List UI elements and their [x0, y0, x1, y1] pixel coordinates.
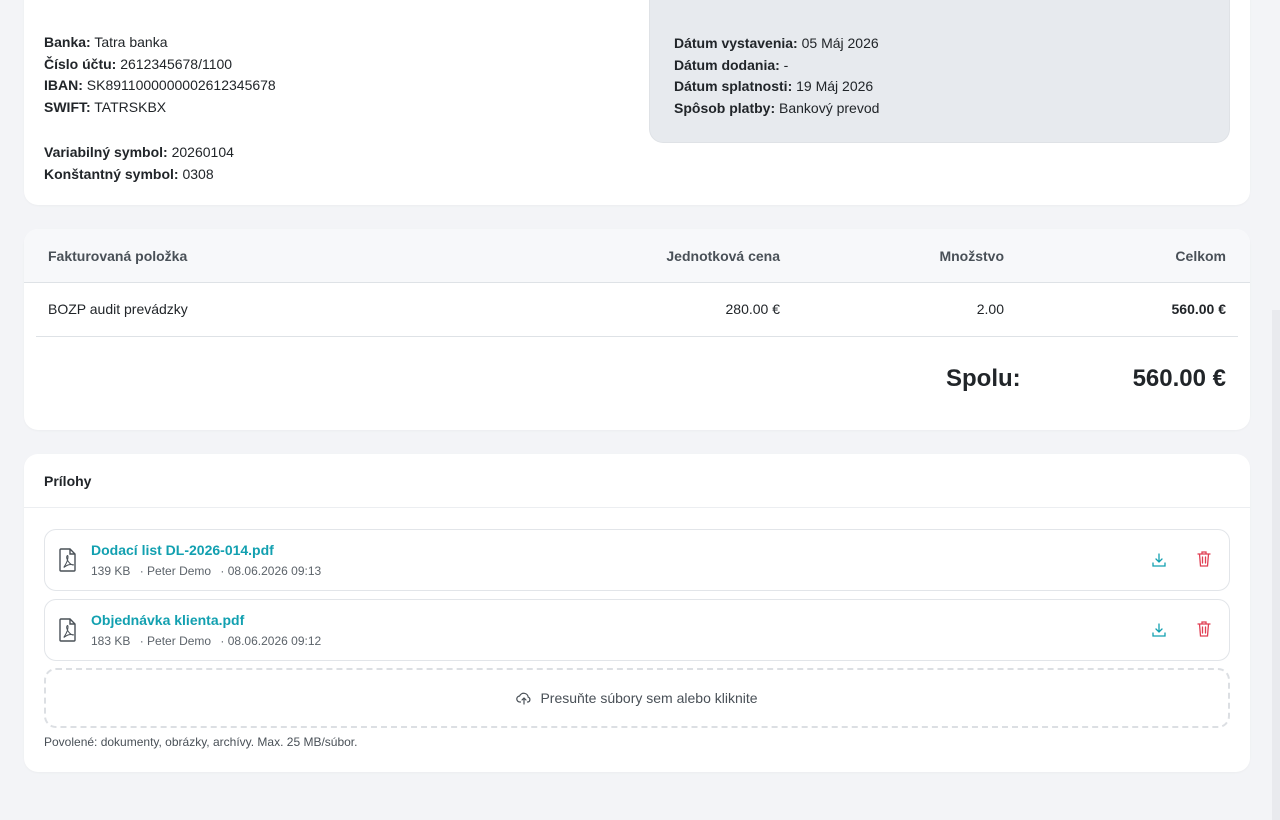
- attachment-date: · 08.06.2026 09:13: [220, 564, 322, 578]
- dates-panel: Dátum vystavenia: 05 Máj 2026 Dátum doda…: [649, 0, 1230, 143]
- attachment-name-link[interactable]: Dodací list DL-2026-014.pdf: [91, 542, 274, 558]
- trash-icon[interactable]: [1196, 620, 1212, 638]
- variable-symbol-line: Variabilný symbol: 20260104: [44, 143, 234, 161]
- header-quantity: Množstvo: [939, 248, 1004, 264]
- iban-label: IBAN:: [44, 77, 83, 93]
- attachments-card: Prílohy Dodací list DL-2026-014.pdf 139 …: [24, 454, 1250, 772]
- trash-icon[interactable]: [1196, 550, 1212, 568]
- constant-symbol-line: Konštantný symbol: 0308: [44, 165, 214, 183]
- bank-label: Banka:: [44, 34, 91, 50]
- attachments-divider: [24, 507, 1250, 508]
- method-line: Spôsob platby: Bankový prevod: [674, 99, 879, 117]
- method-label: Spôsob platby:: [674, 100, 776, 116]
- due-value: 19 Máj 2026: [796, 78, 874, 94]
- row-total: 560.00 €: [1171, 301, 1227, 317]
- dropzone-label: Presuňte súbory sem alebo kliknite: [540, 690, 758, 706]
- attachment-date: · 08.06.2026 09:12: [220, 634, 322, 648]
- upload-hint: Povolené: dokumenty, obrázky, archívy. M…: [44, 735, 358, 749]
- swift-label: SWIFT:: [44, 99, 91, 115]
- attachment-item: Objednávka klienta.pdf 183 KB · Peter De…: [44, 599, 1230, 661]
- row-unit-price: 280.00 €: [725, 301, 781, 317]
- sum-label: Spolu:: [946, 365, 1021, 392]
- attachment-author: · Peter Demo: [139, 634, 212, 648]
- account-label: Číslo účtu:: [44, 56, 117, 72]
- file-dropzone[interactable]: Presuňte súbory sem alebo kliknite: [44, 668, 1230, 728]
- cloud-upload-icon: [516, 692, 531, 705]
- delivered-line: Dátum dodania: -: [674, 56, 788, 74]
- attachment-size: 183 KB: [91, 634, 131, 648]
- invoice-items-card: Fakturovaná položka Jednotková cena Množ…: [24, 229, 1250, 430]
- pdf-file-icon: [59, 618, 76, 642]
- attachment-meta: 139 KB · Peter Demo · 08.06.2026 09:13: [91, 564, 327, 578]
- method-value: Bankový prevod: [779, 100, 880, 116]
- issued-line: Dátum vystavenia: 05 Máj 2026: [674, 34, 879, 52]
- attachment-meta: 183 KB · Peter Demo · 08.06.2026 09:12: [91, 634, 327, 648]
- pdf-file-icon: [59, 548, 76, 572]
- header-item: Fakturovaná položka: [48, 248, 188, 264]
- iban-line: IBAN: SK8911000000002612345678: [44, 76, 276, 94]
- account-line: Číslo účtu: 2612345678/1100: [44, 55, 232, 73]
- variable-symbol-value: 20260104: [171, 144, 234, 160]
- row-divider: [36, 336, 1238, 337]
- constant-symbol-label: Konštantný symbol:: [44, 166, 179, 182]
- swift-line: SWIFT: TATRSKBX: [44, 98, 166, 116]
- variable-symbol-label: Variabilný symbol:: [44, 144, 168, 160]
- header-total: Celkom: [1175, 248, 1226, 264]
- swift-value: TATRSKBX: [94, 99, 167, 115]
- account-value: 2612345678/1100: [120, 56, 233, 72]
- row-item-name: BOZP audit prevádzky: [48, 301, 188, 317]
- bank-value: Tatra banka: [94, 34, 168, 50]
- issued-value: 05 Máj 2026: [801, 35, 879, 51]
- delivered-label: Dátum dodania:: [674, 57, 780, 73]
- delivered-value: -: [783, 57, 789, 73]
- attachment-size: 139 KB: [91, 564, 131, 578]
- sum-value: 560.00 €: [1132, 365, 1226, 392]
- header-unit-price: Jednotková cena: [666, 248, 780, 264]
- attachment-author: · Peter Demo: [139, 564, 212, 578]
- payment-info-card: Banka: Tatra banka Číslo účtu: 261234567…: [24, 0, 1250, 205]
- due-line: Dátum splatnosti: 19 Máj 2026: [674, 77, 873, 95]
- attachments-title: Prílohy: [44, 473, 92, 489]
- constant-symbol-value: 0308: [182, 166, 214, 182]
- iban-value: SK8911000000002612345678: [86, 77, 276, 93]
- download-icon[interactable]: [1151, 622, 1167, 638]
- row-quantity: 2.00: [976, 301, 1004, 317]
- attachment-name-link[interactable]: Objednávka klienta.pdf: [91, 612, 244, 628]
- scrollbar[interactable]: [1272, 310, 1280, 820]
- items-table-header: Fakturovaná položka Jednotková cena Množ…: [24, 229, 1250, 283]
- due-label: Dátum splatnosti:: [674, 78, 793, 94]
- issued-label: Dátum vystavenia:: [674, 35, 798, 51]
- bank-line: Banka: Tatra banka: [44, 33, 168, 51]
- download-icon[interactable]: [1151, 552, 1167, 568]
- attachment-item: Dodací list DL-2026-014.pdf 139 KB · Pet…: [44, 529, 1230, 591]
